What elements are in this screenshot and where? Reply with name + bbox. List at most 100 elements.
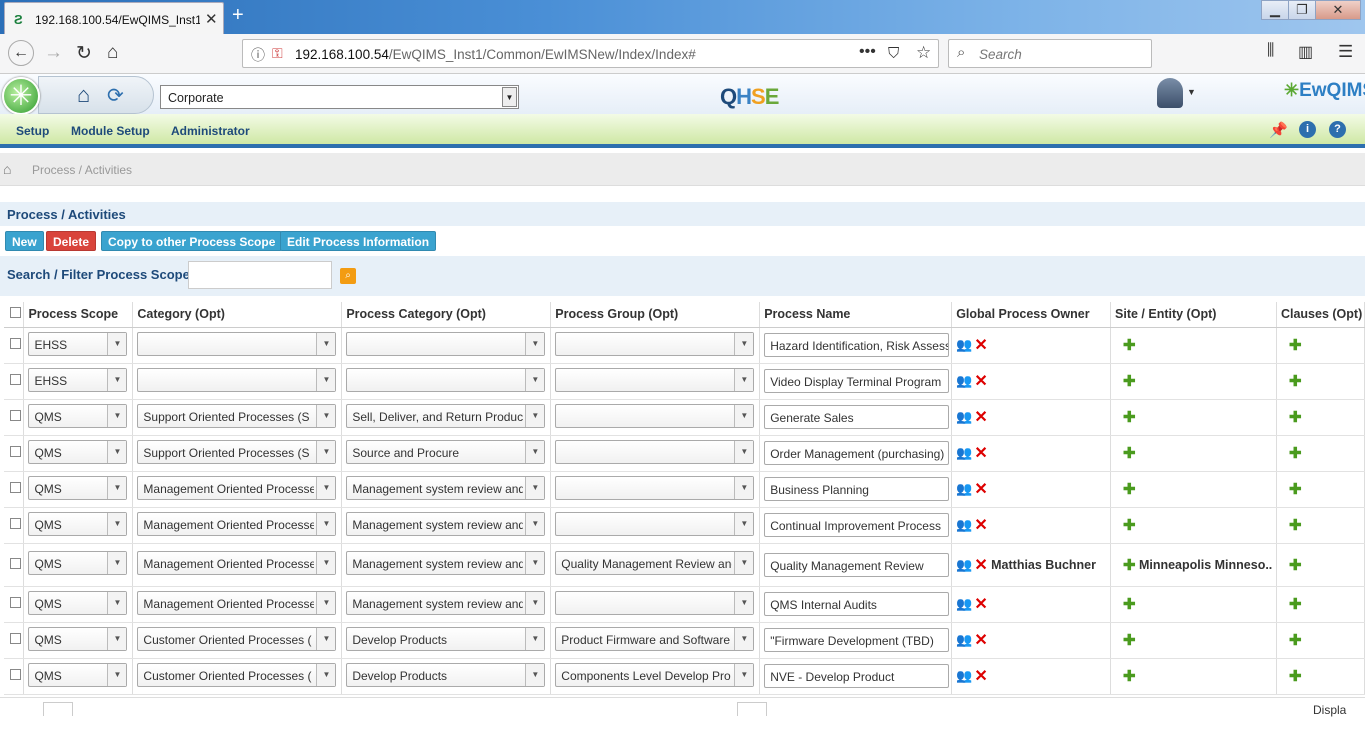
add-clause-icon[interactable]: ✚ — [1289, 516, 1302, 534]
category-select[interactable]: Support Oriented Processes (S ▼ — [137, 403, 337, 428]
process-scope-select[interactable]: QMS ▼ — [28, 475, 128, 500]
process-category-select[interactable]: Management system review and ▼ — [346, 590, 546, 615]
add-site-icon[interactable]: ✚ — [1123, 631, 1136, 649]
remove-owner-icon[interactable]: ✕ — [974, 407, 987, 427]
category-select[interactable]: Management Oriented Processes ▼ — [137, 551, 337, 575]
chevron-down-icon[interactable]: ▼ — [734, 332, 754, 355]
browser-search-input[interactable]: ⌕ Search — [948, 39, 1152, 68]
info-icon[interactable]: ⓘ — [251, 45, 265, 65]
category-select[interactable]: Customer Oriented Processes (▼ — [137, 626, 337, 651]
add-clause-icon[interactable]: ✚ — [1289, 556, 1302, 574]
chevron-down-icon[interactable]: ▼ — [316, 512, 336, 535]
process-category-select[interactable]: Develop Products ▼ — [346, 662, 546, 687]
col-process-scope[interactable]: Process Scope — [23, 302, 134, 328]
row-checkbox[interactable] — [10, 410, 21, 421]
process-name-input[interactable]: NVE - Develop Product — [764, 664, 950, 688]
category-select[interactable]: ▼ — [137, 331, 337, 356]
add-owner-icon[interactable]: 👥 — [956, 445, 972, 461]
add-site-icon[interactable]: ✚ — [1123, 516, 1136, 534]
chevron-down-icon[interactable]: ▼ — [107, 512, 127, 535]
menu-module-setup[interactable]: Module Setup — [71, 124, 150, 138]
remove-owner-icon[interactable]: ✕ — [974, 515, 987, 535]
process-name-input[interactable]: Order Management (purchasing) — [764, 441, 950, 465]
table-row[interactable]: EHSS ▼ ▼ ▼ ▼ Video Display Terminal Program 👥 ✕… — [4, 363, 1365, 400]
process-category-select[interactable]: ▼ — [346, 331, 546, 356]
menu-administrator[interactable]: Administrator — [171, 124, 250, 138]
edit-process-button[interactable]: Edit Process Information — [280, 231, 437, 251]
col-process-name[interactable]: Process Name — [759, 302, 953, 328]
add-owner-icon[interactable]: 👥 — [956, 373, 972, 389]
row-checkbox[interactable] — [10, 446, 21, 457]
refresh-icon[interactable]: ⟳ — [107, 83, 124, 108]
chevron-down-icon[interactable]: ▼ — [734, 404, 754, 427]
process-scope-select[interactable]: EHSS ▼ — [28, 367, 128, 392]
table-row[interactable]: QMS ▼ Customer Oriented Processes (▼ Develo… — [4, 658, 1365, 695]
search-icon[interactable]: ⌕ — [340, 268, 356, 284]
remove-owner-icon[interactable]: ✕ — [974, 666, 987, 686]
process-scope-select[interactable]: QMS ▼ — [28, 403, 128, 428]
process-name-input[interactable]: Generate Sales — [764, 405, 950, 429]
chevron-down-icon[interactable]: ▼ — [107, 404, 127, 427]
process-name-input[interactable]: Video Display Terminal Program — [764, 369, 950, 393]
remove-owner-icon[interactable]: ✕ — [974, 443, 987, 463]
add-site-icon[interactable]: ✚ — [1123, 556, 1136, 574]
category-select[interactable]: Support Oriented Processes (S ▼ — [137, 439, 337, 464]
url-bar[interactable]: ⓘ ⚿ 192.168.100.54/EwQIMS_Inst1/Common/E… — [242, 39, 939, 68]
filter-input[interactable] — [188, 261, 332, 289]
process-scope-select[interactable]: EHSS ▼ — [28, 331, 128, 356]
add-clause-icon[interactable]: ✚ — [1289, 595, 1302, 613]
add-site-icon[interactable]: ✚ — [1123, 444, 1136, 462]
chevron-down-icon[interactable]: ▼ — [525, 332, 545, 355]
remove-owner-icon[interactable]: ✕ — [974, 555, 987, 575]
bookmark-star-icon[interactable]: ☆ — [916, 43, 931, 63]
sidebar-icon[interactable]: ▥ — [1298, 42, 1313, 62]
page-size-control[interactable] — [737, 702, 767, 716]
process-name-input[interactable]: Hazard Identification, Risk Assessment — [764, 333, 950, 357]
row-checkbox[interactable] — [10, 518, 21, 529]
add-owner-icon[interactable]: 👥 — [956, 517, 972, 533]
chevron-down-icon[interactable]: ▼ — [107, 627, 127, 650]
category-select[interactable]: Customer Oriented Processes (▼ — [137, 662, 337, 687]
row-checkbox[interactable] — [10, 633, 21, 644]
process-group-select[interactable]: ▼ — [555, 367, 755, 392]
col-category[interactable]: Category (Opt) — [132, 302, 343, 328]
delete-button[interactable]: Delete — [46, 231, 97, 251]
add-owner-icon[interactable]: 👥 — [956, 337, 972, 353]
add-owner-icon[interactable]: 👥 — [956, 668, 972, 684]
chevron-down-icon[interactable]: ▼ — [316, 440, 336, 463]
home-icon[interactable]: ⌂ — [107, 42, 118, 64]
remove-owner-icon[interactable]: ✕ — [974, 371, 987, 391]
process-category-select[interactable]: Management system review and ▼ — [346, 475, 546, 500]
user-menu-chevron-icon[interactable]: ▼ — [1187, 87, 1196, 97]
menu-setup[interactable]: Setup — [16, 124, 49, 138]
close-tab-icon[interactable]: ✕ — [205, 10, 218, 28]
home-icon[interactable]: ⌂ — [77, 82, 90, 108]
chevron-down-icon[interactable]: ▼ — [525, 591, 545, 614]
add-clause-icon[interactable]: ✚ — [1289, 336, 1302, 354]
chevron-down-icon[interactable]: ▼ — [316, 663, 336, 686]
forward-icon[interactable]: → — [44, 42, 63, 64]
table-row[interactable]: QMS ▼ Customer Oriented Processes (▼ Develo… — [4, 622, 1365, 659]
info-icon[interactable]: i — [1299, 121, 1316, 138]
add-clause-icon[interactable]: ✚ — [1289, 372, 1302, 390]
user-avatar-icon[interactable] — [1157, 78, 1183, 108]
chevron-down-icon[interactable]: ▼ — [525, 552, 545, 574]
table-row[interactable]: QMS ▼ Management Oriented Processes ▼ Manage… — [4, 507, 1365, 544]
chevron-down-icon[interactable]: ▼ — [502, 87, 517, 107]
chevron-down-icon[interactable]: ▼ — [734, 368, 754, 391]
table-row[interactable]: QMS ▼ Support Oriented Processes (S ▼ Sell, … — [4, 399, 1365, 436]
copy-scope-button[interactable]: Copy to other Process Scope — [101, 231, 283, 251]
category-select[interactable]: Management Oriented Processes ▼ — [137, 590, 337, 615]
chevron-down-icon[interactable]: ▼ — [107, 368, 127, 391]
process-name-input[interactable]: "Firmware Development (TBD) — [764, 628, 950, 652]
category-select[interactable]: ▼ — [137, 367, 337, 392]
remove-owner-icon[interactable]: ✕ — [974, 335, 987, 355]
col-clauses[interactable]: Clauses (Opt) — [1276, 302, 1365, 328]
chevron-down-icon[interactable]: ▼ — [316, 627, 336, 650]
table-row[interactable]: EHSS ▼ ▼ ▼ ▼ Hazard Identification, Risk Asse… — [4, 327, 1365, 364]
chevron-down-icon[interactable]: ▼ — [316, 368, 336, 391]
chevron-down-icon[interactable]: ▼ — [107, 591, 127, 614]
row-checkbox[interactable] — [10, 482, 21, 493]
chevron-down-icon[interactable]: ▼ — [734, 552, 754, 574]
row-checkbox[interactable] — [10, 669, 21, 680]
